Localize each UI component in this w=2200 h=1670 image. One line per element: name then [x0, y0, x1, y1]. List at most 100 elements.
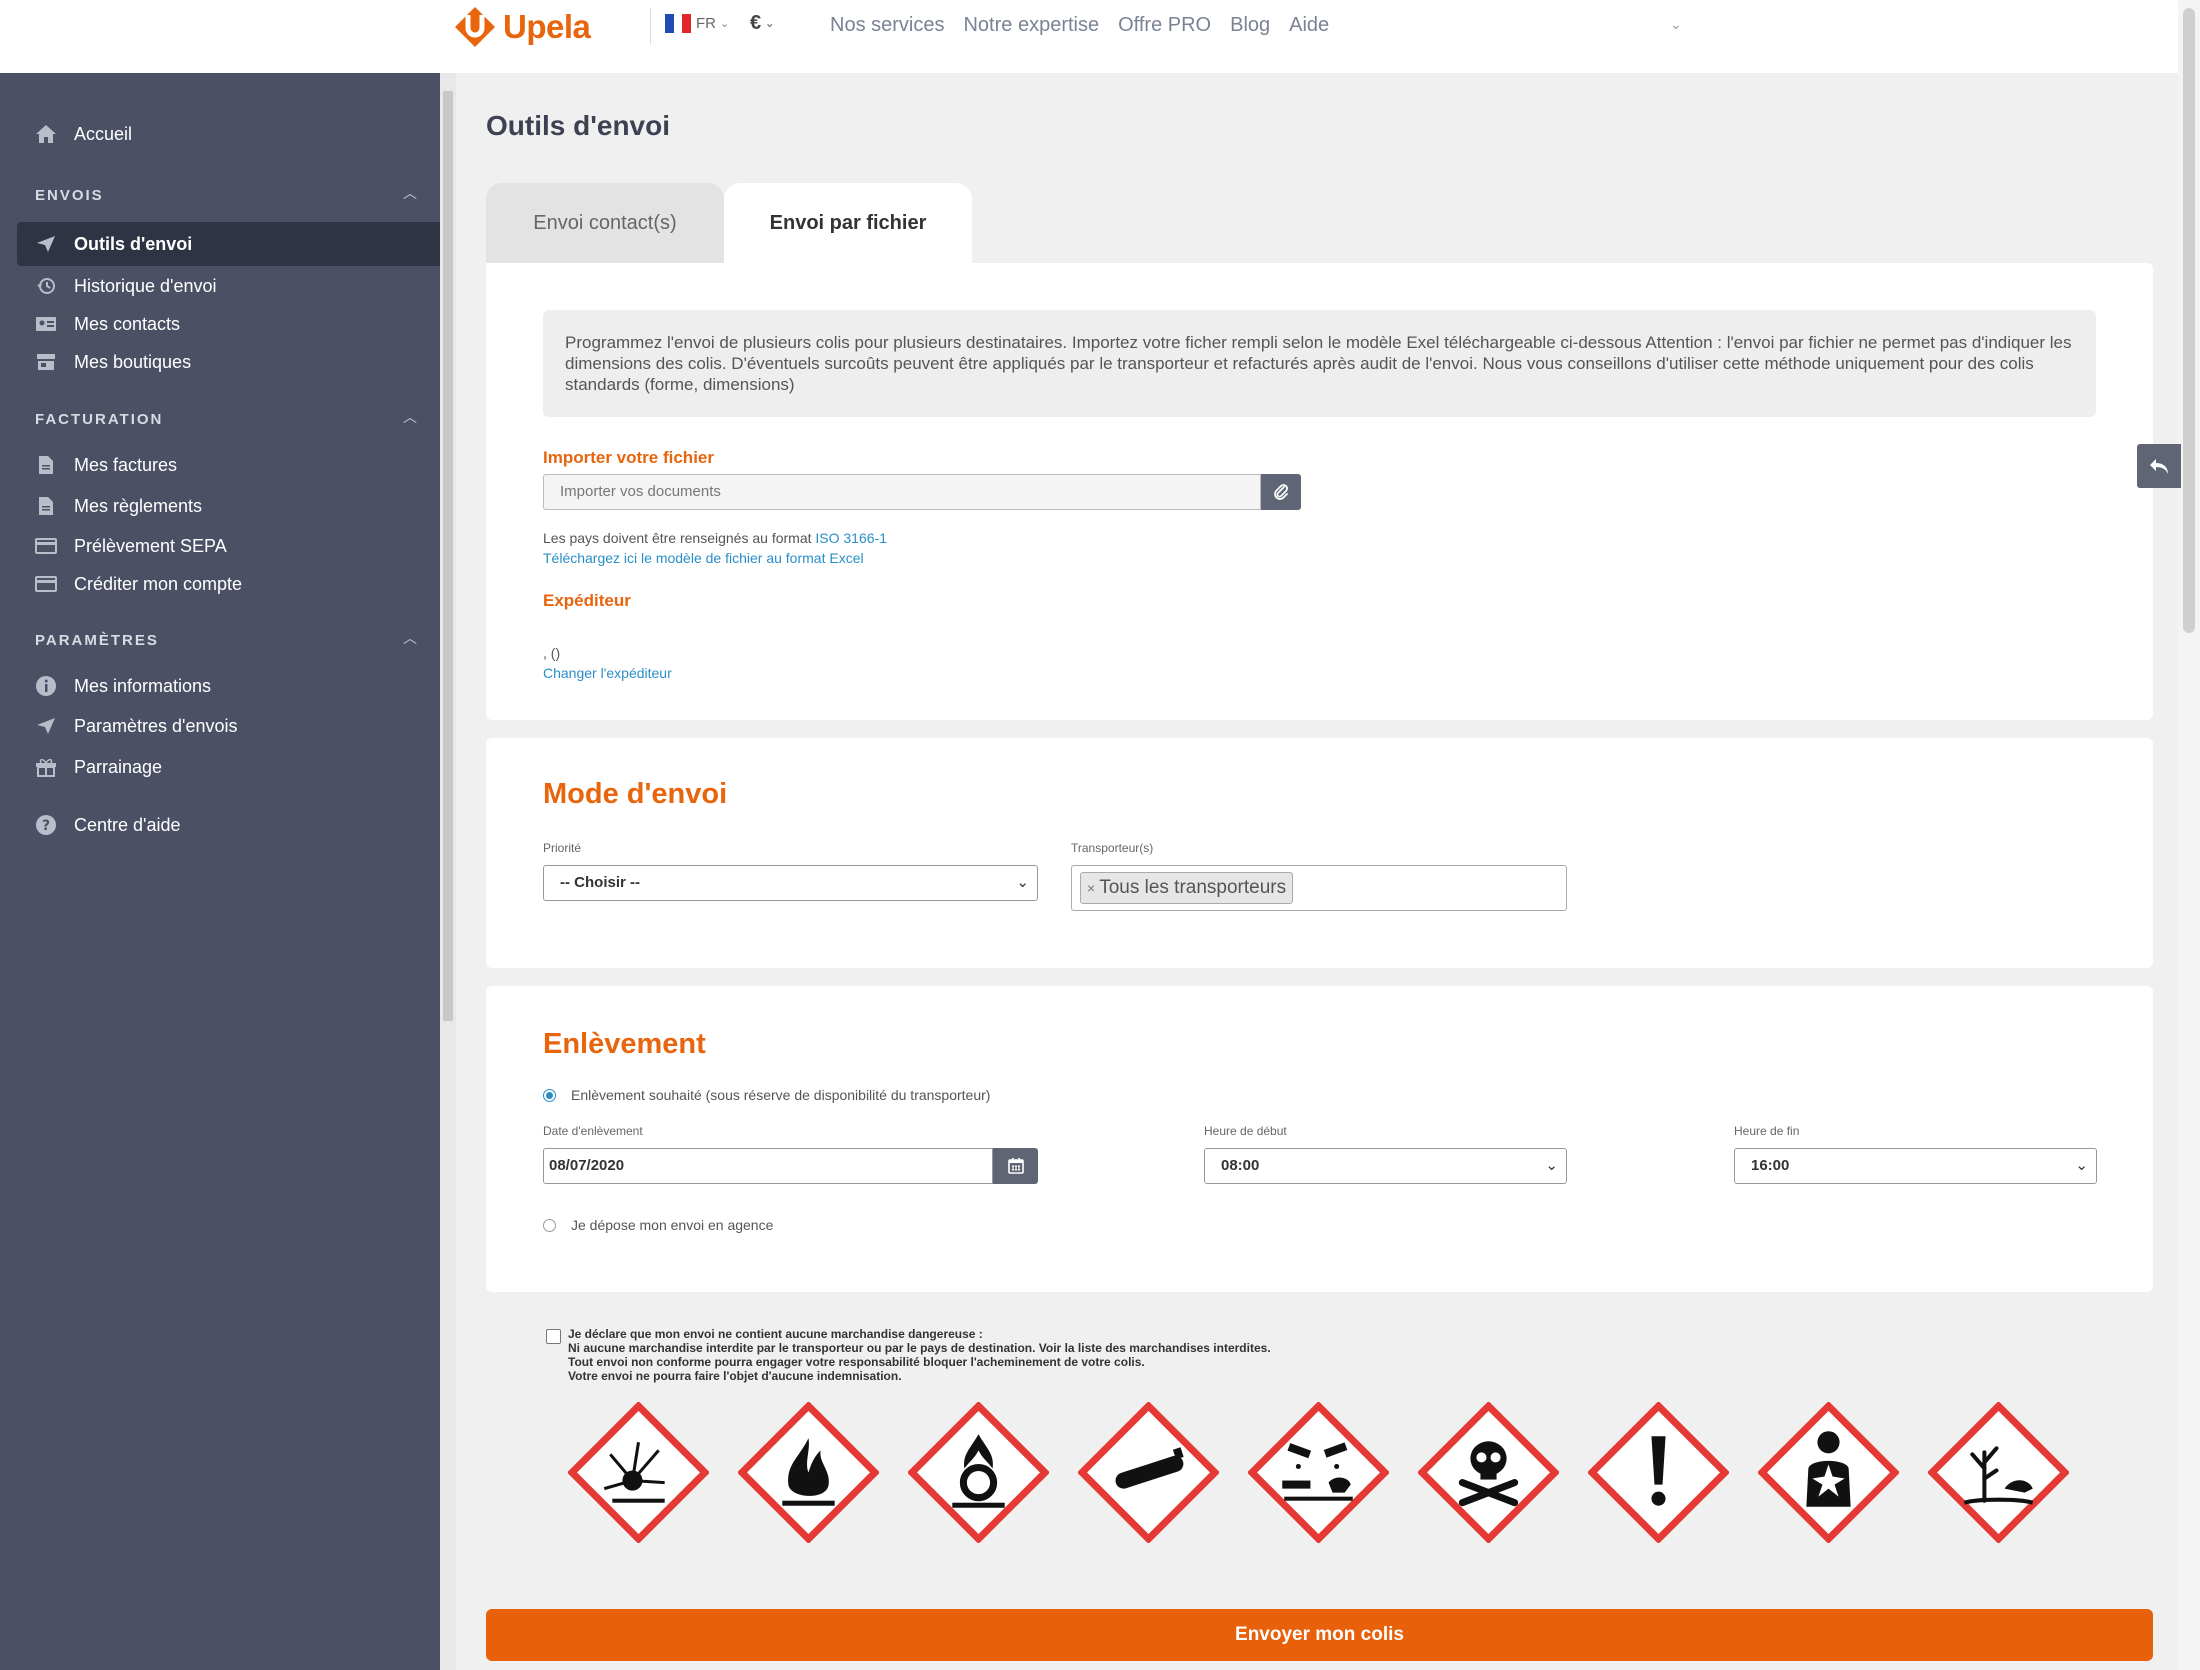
sidebar-item-parametres-envois[interactable]: Paramètres d'envois	[34, 715, 238, 737]
tab-envoi-fichier[interactable]: Envoi par fichier	[724, 183, 972, 263]
tab-envoi-contacts[interactable]: Envoi contact(s)	[486, 183, 724, 263]
pickup-requested-radio[interactable]	[543, 1089, 556, 1102]
sender-value: , ()	[543, 645, 561, 661]
sidebar-item-label: Parrainage	[74, 756, 163, 777]
flammable-icon	[738, 1402, 879, 1543]
document-icon	[34, 454, 58, 476]
sidebar-item-accueil[interactable]: Accueil	[34, 123, 132, 145]
paper-plane-icon	[34, 233, 58, 255]
language-selector[interactable]: FR ⌄	[665, 14, 729, 33]
priority-value: -- Choisir --	[560, 874, 640, 891]
start-time-select[interactable]: 08:00 ⌄	[1204, 1148, 1567, 1184]
sidebar-item-contacts[interactable]: Mes contacts	[34, 313, 180, 335]
help-icon: ?	[34, 814, 58, 836]
language-code: FR	[696, 15, 716, 32]
end-time-select[interactable]: 16:00 ⌄	[1734, 1148, 2097, 1184]
change-sender-link[interactable]: Changer l'expéditeur	[543, 665, 672, 681]
attach-file-button[interactable]	[1261, 474, 1301, 510]
nav-aide[interactable]: Aide	[1289, 14, 1329, 37]
excel-template-link[interactable]: Téléchargez ici le modèle de fichier au …	[543, 550, 864, 566]
toxic-icon	[1418, 1402, 1559, 1543]
currency-symbol: €	[750, 12, 762, 34]
carrier-tag-label: Tous les transporteurs	[1099, 877, 1287, 898]
upela-logo[interactable]: Upela	[453, 4, 591, 50]
document-icon	[34, 495, 58, 517]
account-chevron-down-icon[interactable]: ⌄	[1670, 16, 1682, 33]
sidebar-item-boutiques[interactable]: Mes boutiques	[34, 351, 191, 373]
dangerous-goods-declaration: Je déclare que mon envoi ne contient auc…	[568, 1327, 1271, 1383]
credit-card-icon	[34, 535, 58, 557]
calendar-icon	[1007, 1158, 1024, 1174]
calendar-button[interactable]	[993, 1148, 1038, 1184]
sidebar-section-facturation: FACTURATION	[35, 411, 164, 428]
corrosive-icon	[1248, 1402, 1389, 1543]
chevron-up-icon[interactable]: ︿	[403, 628, 417, 648]
divider	[650, 8, 651, 44]
france-flag-icon	[665, 14, 692, 33]
pickup-requested-label: Enlèvement souhaité (sous réserve de dis…	[571, 1087, 991, 1103]
sidebar-item-outils-envoi[interactable]: Outils d'envoi	[34, 233, 192, 255]
sidebar-item-parrainage[interactable]: Parrainage	[34, 756, 162, 778]
sidebar-scrollbar[interactable]	[440, 73, 456, 1670]
hazard-pictograms	[568, 1402, 2069, 1543]
pickup-date-input[interactable]: 08/07/2020	[543, 1148, 993, 1184]
nav-offre-pro[interactable]: Offre PRO	[1118, 14, 1211, 37]
start-time-value: 08:00	[1221, 1157, 1260, 1174]
send-package-button[interactable]: Envoyer mon colis	[486, 1609, 2153, 1661]
remove-tag-icon[interactable]: ×	[1087, 880, 1095, 896]
declaration-line: Je déclare que mon envoi ne contient auc…	[568, 1327, 983, 1341]
chevron-up-icon[interactable]: ︿	[403, 183, 417, 203]
explosive-icon	[568, 1402, 709, 1543]
top-bar: Upela FR ⌄ € ⌄ Nos services Notre expert…	[0, 0, 2178, 73]
end-time-value: 16:00	[1751, 1157, 1790, 1174]
sidebar-item-historique[interactable]: Historique d'envoi	[34, 275, 217, 297]
upela-logo-icon	[455, 7, 495, 47]
carriers-multiselect[interactable]: × Tous les transporteurs	[1071, 865, 1567, 911]
shipping-mode-title: Mode d'envoi	[543, 778, 728, 810]
history-icon	[34, 275, 58, 297]
start-time-label: Heure de début	[1204, 1124, 1287, 1138]
agency-dropoff-radio[interactable]	[543, 1219, 556, 1232]
info-icon	[34, 675, 58, 697]
home-icon	[34, 123, 58, 145]
environment-icon	[1928, 1402, 2069, 1543]
carrier-tag: × Tous les transporteurs	[1080, 872, 1294, 904]
sidebar-item-label: Outils d'envoi	[74, 233, 193, 254]
iso-link[interactable]: ISO 3166-1	[815, 530, 887, 546]
file-input[interactable]: Importer vos documents	[543, 474, 1261, 510]
sender-label: Expéditeur	[543, 591, 631, 610]
iso-hint-text: Les pays doivent être renseignés au form…	[543, 530, 816, 546]
sidebar-item-centre-aide[interactable]: ? Centre d'aide	[34, 814, 181, 836]
dangerous-goods-checkbox[interactable]	[546, 1329, 561, 1344]
declaration-line: Ni aucune marchandise interdite par le t…	[568, 1341, 1271, 1355]
sidebar-item-informations[interactable]: Mes informations	[34, 675, 211, 697]
sidebar-item-factures[interactable]: Mes factures	[34, 454, 177, 476]
chevron-up-icon[interactable]: ︿	[403, 407, 417, 427]
nav-blog[interactable]: Blog	[1230, 14, 1270, 37]
sidebar-item-crediter[interactable]: Créditer mon compte	[34, 573, 242, 595]
declaration-line: Votre envoi ne pourra faire l'objet d'au…	[568, 1369, 902, 1383]
chevron-down-icon: ⌄	[2075, 1157, 2088, 1174]
sidebar-item-label: Paramètres d'envois	[74, 715, 238, 736]
scrollbar-thumb[interactable]	[2183, 8, 2195, 633]
nav-expertise[interactable]: Notre expertise	[963, 14, 1099, 37]
sidebar-item-label: Mes règlements	[74, 495, 203, 516]
sidebar-item-label: Accueil	[74, 123, 133, 144]
sidebar-item-label: Historique d'envoi	[74, 275, 217, 296]
currency-selector[interactable]: € ⌄	[750, 12, 774, 35]
sidebar-section-parametres: PARAMÈTRES	[35, 632, 159, 649]
chevron-down-icon: ⌄	[765, 18, 775, 30]
sidebar-item-reglements[interactable]: Mes règlements	[34, 495, 202, 517]
undo-arrow-icon	[2150, 459, 2168, 474]
pickup-card: Enlèvement Enlèvement souhaité (sous rés…	[486, 986, 2153, 1292]
svg-text:?: ?	[42, 818, 50, 834]
back-button[interactable]	[2137, 444, 2181, 488]
priority-select[interactable]: -- Choisir -- ⌄	[543, 865, 1038, 901]
sidebar-item-sepa[interactable]: Prélèvement SEPA	[34, 535, 227, 557]
exclamation-icon	[1588, 1402, 1729, 1543]
nav-services[interactable]: Nos services	[830, 14, 944, 37]
gas-cylinder-icon	[1078, 1402, 1219, 1543]
page-scrollbar[interactable]	[2178, 0, 2200, 1670]
scrollbar-thumb[interactable]	[443, 91, 453, 1021]
main-nav: Nos services Notre expertise Offre PRO B…	[830, 14, 1329, 37]
